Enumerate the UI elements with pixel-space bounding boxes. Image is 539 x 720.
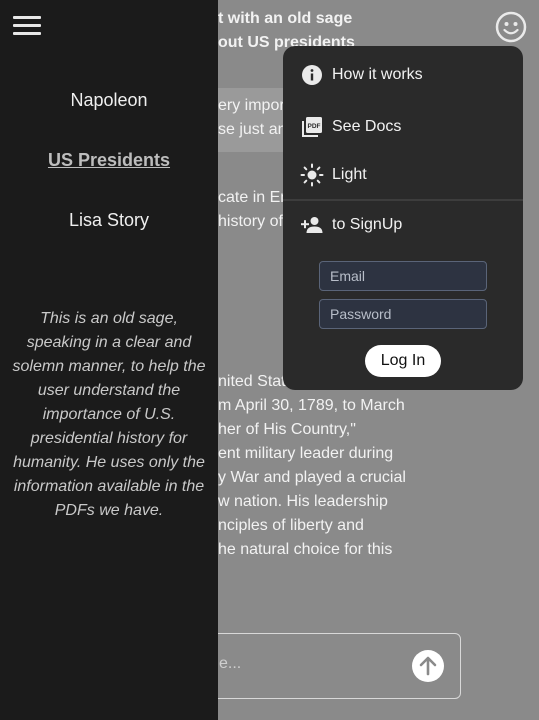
send-button[interactable] <box>412 650 444 682</box>
how-it-works-item[interactable]: How it works <box>300 63 423 87</box>
sidebar-item-lisa-story[interactable]: Lisa Story <box>0 210 218 231</box>
message-input[interactable]: e... <box>200 633 461 699</box>
signup-item[interactable]: to SignUp <box>300 213 402 237</box>
see-docs-label: See Docs <box>332 118 402 135</box>
hamburger-icon[interactable] <box>13 16 41 38</box>
assistant-message: cate in En history of <box>218 186 289 234</box>
password-field[interactable] <box>319 299 487 329</box>
sidebar: Napoleon US Presidents Lisa Story This i… <box>0 0 218 720</box>
account-menu: How it works PDF See Docs Light to SignU… <box>283 46 523 390</box>
assistant-message-line: history of <box>218 213 283 230</box>
smiley-icon <box>495 11 527 43</box>
answer-line: nciples of liberty and <box>218 517 364 534</box>
sidebar-item-napoleon[interactable]: Napoleon <box>0 90 218 111</box>
sage-description: This is an old sage, speaking in a clear… <box>12 310 206 519</box>
email-field[interactable] <box>319 261 487 291</box>
pdf-icon: PDF <box>300 115 324 139</box>
arrow-up-icon <box>419 656 437 676</box>
sun-icon <box>300 163 324 187</box>
how-it-works-label: How it works <box>332 66 423 83</box>
menu-divider <box>283 199 523 201</box>
answer-line: he natural choice for this <box>218 541 393 558</box>
user-message-line: se just an <box>218 121 287 138</box>
person-add-icon <box>300 213 324 237</box>
answer-line: y War and played a crucial <box>218 469 406 486</box>
info-icon <box>300 63 324 87</box>
sidebar-item-us-presidents[interactable]: US Presidents <box>0 150 218 171</box>
answer-line: m April 30, 1789, to March <box>218 397 405 414</box>
login-button[interactable]: Log In <box>365 345 441 377</box>
chat-title-line: t with an old sage <box>218 10 353 27</box>
user-message-line: ery import <box>218 97 290 114</box>
theme-toggle-item[interactable]: Light <box>300 163 367 187</box>
user-message: ery import se just an <box>218 94 289 142</box>
theme-label: Light <box>332 166 367 183</box>
assistant-message-line: cate in En <box>218 189 290 206</box>
assistant-answer: nited Stat m April 30, 1789, to March he… <box>218 370 406 562</box>
see-docs-item[interactable]: PDF See Docs <box>300 115 401 139</box>
message-input-placeholder: e... <box>219 655 242 672</box>
profile-button[interactable] <box>495 11 527 43</box>
answer-line: ent military leader during <box>218 445 394 462</box>
answer-line: w nation. His leadership <box>218 493 388 510</box>
svg-text:PDF: PDF <box>308 123 321 130</box>
answer-line: her of His Country," <box>218 421 356 438</box>
signup-label: to SignUp <box>332 216 403 233</box>
